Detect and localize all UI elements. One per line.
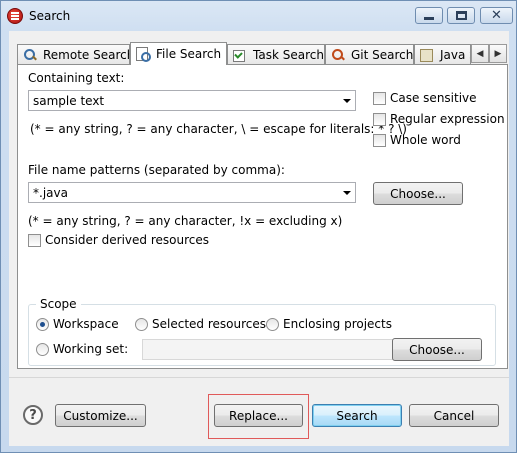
scope-group-title: Scope (36, 297, 81, 311)
file-search-icon (135, 47, 151, 62)
enclosing-projects-label: Enclosing projects (283, 317, 392, 331)
customize-button[interactable]: Customize... (55, 404, 146, 427)
radio-dot[interactable] (36, 342, 49, 356)
minimize-icon (424, 17, 434, 20)
checkbox-box[interactable] (28, 233, 41, 247)
help-icon-glyph: ? (29, 407, 37, 423)
dialog-client-area: Remote Search File Search Task Search Gi… (9, 31, 509, 446)
working-set-radio[interactable]: Working set: (36, 342, 128, 356)
java-search-icon (419, 48, 435, 62)
checkbox-box[interactable] (373, 91, 386, 105)
task-search-icon (232, 48, 248, 62)
maximize-button[interactable] (447, 7, 475, 24)
tab-scroll-right-button[interactable]: ▶ (489, 44, 507, 63)
title-bar[interactable]: Search ✕ (1, 1, 516, 31)
working-set-label: Working set: (53, 342, 129, 356)
replace-button[interactable]: Replace... (214, 404, 303, 427)
regular-expression-checkbox[interactable]: Regular expression (373, 112, 505, 126)
selected-resources-label: Selected resources (152, 317, 266, 331)
footer-separator (9, 377, 509, 378)
close-button[interactable]: ✕ (480, 7, 513, 24)
checkbox-box[interactable] (373, 133, 386, 147)
file-name-patterns-hint: (* = any string, ? = any character, !x =… (28, 214, 343, 228)
file-search-panel: Containing text: sample text (* = any st… (17, 64, 508, 369)
search-tabs: Remote Search File Search Task Search Gi… (17, 42, 507, 65)
search-button[interactable]: Search (312, 404, 402, 427)
customize-button-label: Customize... (63, 408, 138, 423)
tab-file-search[interactable]: File Search (130, 42, 227, 65)
working-set-choose-button[interactable]: Choose... (392, 338, 482, 361)
case-sensitive-label: Case sensitive (390, 91, 477, 105)
window-title: Search (29, 9, 71, 23)
cancel-button-label: Cancel (433, 408, 475, 423)
tab-label: Task Search (253, 47, 324, 62)
tab-task-search[interactable]: Task Search (227, 44, 325, 64)
eclipse-app-icon (7, 8, 23, 24)
search-button-label: Search (336, 408, 378, 423)
radio-dot[interactable] (266, 317, 279, 331)
close-icon: ✕ (491, 8, 502, 23)
whole-word-checkbox[interactable]: Whole word (373, 133, 461, 147)
cancel-button[interactable]: Cancel (409, 404, 499, 427)
chevron-left-icon: ◀ (476, 48, 484, 59)
git-search-icon (330, 48, 346, 62)
containing-text-combo[interactable]: sample text (28, 90, 356, 111)
file-name-patterns-label: File name patterns (separated by comma): (28, 163, 285, 177)
selected-resources-radio[interactable]: Selected resources (135, 317, 266, 331)
enclosing-projects-radio[interactable]: Enclosing projects (266, 317, 392, 331)
file-name-patterns-combo[interactable]: *.java (28, 182, 356, 203)
consider-derived-resources-label: Consider derived resources (45, 233, 209, 247)
workspace-radio[interactable]: Workspace (36, 317, 119, 331)
consider-derived-resources-checkbox[interactable]: Consider derived resources (28, 233, 209, 247)
containing-text-label: Containing text: (28, 71, 125, 85)
choose-button-label: Choose... (409, 342, 465, 357)
patterns-choose-button[interactable]: Choose... (373, 182, 463, 205)
workspace-label: Workspace (53, 317, 119, 331)
regular-expression-label: Regular expression (390, 112, 505, 126)
containing-text-hint: (* = any string, ? = any character, \ = … (30, 122, 407, 136)
remote-search-icon (22, 48, 38, 62)
tab-git-search[interactable]: Git Search (325, 44, 414, 64)
tab-java-search[interactable]: Java S (414, 44, 471, 64)
tab-label: Java S (440, 47, 470, 62)
tab-scroll-left-button[interactable]: ◀ (471, 44, 489, 63)
chevron-down-icon[interactable] (338, 183, 355, 202)
maximize-icon (455, 11, 467, 20)
replace-button-label: Replace... (229, 408, 288, 423)
choose-button-label: Choose... (390, 186, 446, 201)
help-icon[interactable]: ? (23, 405, 43, 425)
tab-label: Remote Search (43, 47, 130, 62)
radio-dot[interactable] (36, 317, 49, 331)
tab-label: File Search (156, 47, 222, 61)
file-name-patterns-value[interactable]: *.java (33, 186, 338, 200)
whole-word-label: Whole word (390, 133, 461, 147)
case-sensitive-checkbox[interactable]: Case sensitive (373, 91, 477, 105)
search-dialog: Search ✕ Remote Search File Search Task … (0, 0, 517, 453)
tab-label: Git Search (351, 47, 414, 62)
chevron-right-icon: ▶ (494, 48, 502, 59)
working-set-field (142, 339, 393, 360)
minimize-button[interactable] (415, 7, 443, 24)
containing-text-value[interactable]: sample text (33, 94, 338, 108)
tab-remote-search[interactable]: Remote Search (17, 44, 130, 64)
checkbox-box[interactable] (373, 112, 386, 126)
chevron-down-icon[interactable] (338, 91, 355, 110)
radio-dot[interactable] (135, 317, 148, 331)
